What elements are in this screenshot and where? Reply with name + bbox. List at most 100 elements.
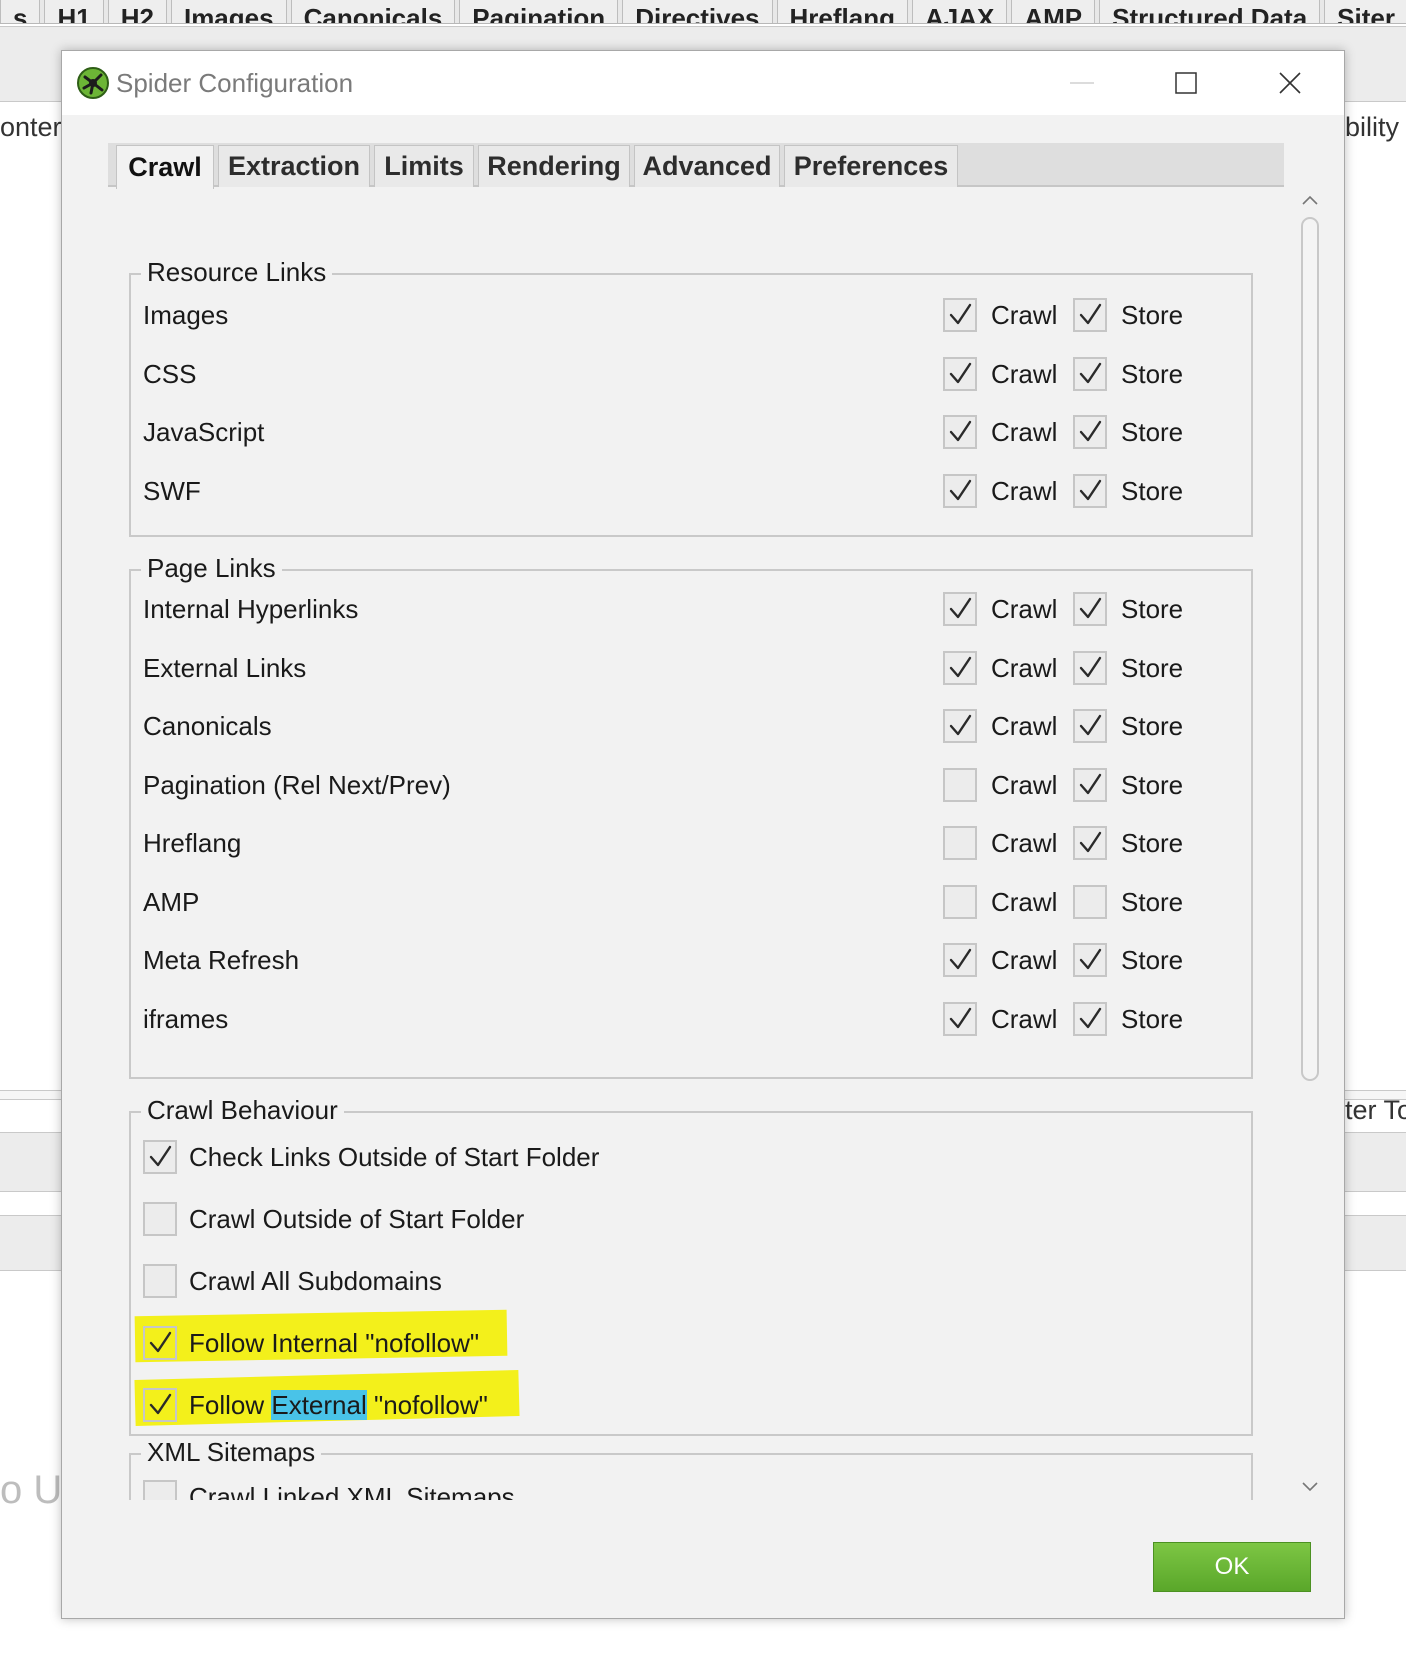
checkmark-icon xyxy=(1079,831,1102,853)
scrollbar-thumb[interactable] xyxy=(1301,217,1319,1081)
checkmark-icon xyxy=(949,303,972,325)
bg-tab-h2[interactable]: H2 xyxy=(107,0,167,23)
tab-rendering[interactable]: Rendering xyxy=(478,145,630,187)
crawl-outside-start-checkbox[interactable] xyxy=(143,1202,177,1236)
crawl-outside-start-row[interactable]: Crawl Outside of Start Folder xyxy=(131,1199,1251,1239)
store-checkbox[interactable] xyxy=(1073,415,1107,449)
store-checkbox[interactable] xyxy=(1073,592,1107,626)
crawl-checkbox[interactable] xyxy=(943,356,977,391)
xml-sitemaps-legend: XML Sitemaps xyxy=(141,1437,322,1468)
crawl-checkbox[interactable] xyxy=(943,592,977,626)
link-type-row: SWF Crawl Store xyxy=(131,471,1251,511)
store-checkbox[interactable] xyxy=(1073,356,1107,391)
chevron-up-icon xyxy=(1302,195,1318,205)
crawl-checkbox[interactable] xyxy=(943,1001,977,1036)
bg-tab-structured-data[interactable]: Structured Data xyxy=(1099,0,1321,23)
bg-tab-images[interactable]: Images xyxy=(170,0,287,23)
title-bar[interactable]: Spider Configuration xyxy=(62,51,1344,115)
store-checkbox[interactable] xyxy=(1073,709,1107,743)
link-type-row: AMP Crawl Store xyxy=(131,882,1251,922)
link-type-label: Meta Refresh xyxy=(143,945,300,975)
store-checkbox-label: Store xyxy=(1121,769,1184,800)
crawl-checkbox[interactable] xyxy=(943,298,977,332)
close-button[interactable] xyxy=(1270,65,1310,101)
minimize-button[interactable] xyxy=(1062,65,1102,101)
crawl-outside-start-label: Crawl Outside of Start Folder xyxy=(189,1204,525,1234)
check-links-outside-checkbox[interactable] xyxy=(143,1140,177,1174)
follow-external-nofollow-checkbox[interactable] xyxy=(143,1388,177,1422)
crawl-checkbox[interactable] xyxy=(943,473,977,508)
link-type-row: Canonicals Crawl Store xyxy=(131,706,1251,746)
bg-tab-h1[interactable]: H1 xyxy=(44,0,104,23)
crawl-checkbox[interactable] xyxy=(943,884,977,919)
crawl-linked-xml-sitemaps-checkbox[interactable] xyxy=(143,1480,177,1500)
bg-tab-directives[interactable]: Directives xyxy=(622,0,773,23)
link-type-label: Pagination (Rel Next/Prev) xyxy=(143,769,451,800)
checkmark-icon xyxy=(949,597,972,619)
store-checkbox[interactable] xyxy=(1073,943,1107,977)
ok-button[interactable]: OK xyxy=(1153,1542,1311,1592)
spider-logo-icon xyxy=(76,66,110,100)
tab-extraction[interactable]: Extraction xyxy=(218,145,370,187)
vertical-scrollbar[interactable] xyxy=(1292,187,1328,1500)
link-type-label: AMP xyxy=(143,886,200,917)
close-icon xyxy=(1279,72,1301,94)
crawl-checkbox-label: Crawl xyxy=(991,594,1058,624)
maximize-button[interactable] xyxy=(1166,65,1206,101)
follow-external-nofollow-row[interactable]: Follow External "nofollow" xyxy=(131,1385,1251,1425)
bg-tab-canonicals[interactable]: Canonicals xyxy=(290,0,456,23)
crawl-settings-panel: Resource Links Images Crawl Store CSS Crawl S… xyxy=(108,187,1284,1500)
bg-tab-amp[interactable]: AMP xyxy=(1011,0,1096,23)
link-type-row: Internal Hyperlinks Crawl Store xyxy=(131,589,1251,629)
link-type-row: Pagination (Rel Next/Prev) Crawl Store xyxy=(131,765,1251,805)
bg-tab-ajax[interactable]: AJAX xyxy=(911,0,1008,23)
follow-internal-nofollow-row[interactable]: Follow Internal "nofollow" xyxy=(131,1323,1251,1363)
page-links-group: Page Links Internal Hyperlinks Crawl Store… xyxy=(129,553,1253,1079)
link-type-label: CSS xyxy=(143,358,197,389)
crawl-linked-xml-sitemaps-row[interactable]: Crawl Linked XML Sitemaps xyxy=(131,1477,1251,1500)
checkmark-icon xyxy=(1079,303,1102,325)
store-checkbox-label: Store xyxy=(1121,886,1184,917)
follow-internal-nofollow-label: Follow Internal "nofollow" xyxy=(189,1328,480,1358)
bg-tab-pagination[interactable]: Pagination xyxy=(459,0,619,23)
store-checkbox[interactable] xyxy=(1073,298,1107,332)
link-type-label: Hreflang xyxy=(143,828,242,858)
checkmark-icon xyxy=(949,1007,972,1028)
bg-tab-sitemaps[interactable]: Siter xyxy=(1324,0,1406,23)
checkmark-icon xyxy=(1079,656,1102,677)
tab-advanced[interactable]: Advanced xyxy=(634,145,780,187)
checkmark-icon xyxy=(149,1145,172,1167)
crawl-checkbox[interactable] xyxy=(943,767,977,802)
crawl-checkbox[interactable] xyxy=(943,650,977,685)
store-checkbox[interactable] xyxy=(1073,1001,1107,1036)
follow-internal-nofollow-checkbox[interactable] xyxy=(143,1326,177,1360)
crawl-checkbox[interactable] xyxy=(943,943,977,977)
store-checkbox[interactable] xyxy=(1073,473,1107,508)
tab-preferences[interactable]: Preferences xyxy=(784,145,958,187)
link-type-label: Internal Hyperlinks xyxy=(143,594,359,624)
crawl-all-subdomains-checkbox[interactable] xyxy=(143,1264,177,1298)
scroll-up-button[interactable] xyxy=(1292,187,1328,213)
crawl-checkbox[interactable] xyxy=(943,826,977,860)
tab-limits[interactable]: Limits xyxy=(374,145,474,187)
store-checkbox[interactable] xyxy=(1073,650,1107,685)
store-checkbox-label: Store xyxy=(1121,475,1184,506)
bg-tab-hreflang[interactable]: Hreflang xyxy=(776,0,908,23)
store-checkbox[interactable] xyxy=(1073,826,1107,860)
xml-sitemaps-group: XML Sitemaps Crawl Linked XML Sitemaps xyxy=(129,1437,1253,1500)
maximize-icon xyxy=(1175,72,1197,94)
crawl-checkbox[interactable] xyxy=(943,709,977,743)
checkmark-icon xyxy=(1079,479,1102,500)
scroll-down-button[interactable] xyxy=(1292,1474,1328,1500)
crawl-checkbox[interactable] xyxy=(943,415,977,449)
follow-external-nofollow-label: Follow External "nofollow" xyxy=(189,1385,488,1425)
crawl-all-subdomains-row[interactable]: Crawl All Subdomains xyxy=(131,1261,1251,1301)
tab-crawl[interactable]: Crawl xyxy=(116,145,214,189)
page-links-legend: Page Links xyxy=(141,553,282,584)
bg-tab[interactable]: s xyxy=(0,0,41,23)
link-type-row: Meta Refresh Crawl Store xyxy=(131,940,1251,980)
check-links-outside-row[interactable]: Check Links Outside of Start Folder xyxy=(131,1137,1251,1177)
store-checkbox[interactable] xyxy=(1073,767,1107,802)
checkmark-icon xyxy=(949,656,972,677)
store-checkbox[interactable] xyxy=(1073,884,1107,919)
